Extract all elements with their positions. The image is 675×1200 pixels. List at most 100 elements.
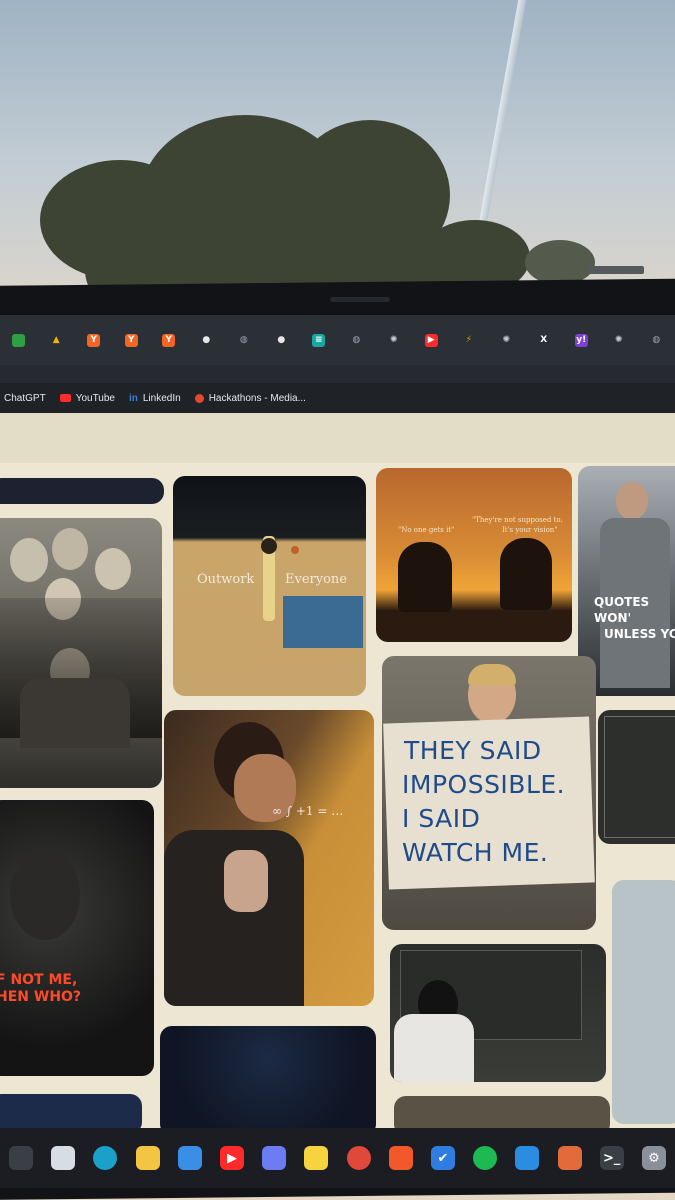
openai-icon: ✺ — [389, 335, 398, 345]
pin-pale-right[interactable] — [612, 880, 675, 1124]
pin-dark-top-left[interactable] — [0, 478, 164, 504]
bookmark-youtube[interactable]: YouTube — [59, 392, 115, 404]
youtube-icon: ▶ — [220, 1146, 245, 1170]
pin-chalkboard-dark[interactable] — [598, 710, 675, 844]
pin-night-sky[interactable] — [160, 1026, 376, 1136]
ycombinator-icon: Y — [124, 333, 138, 347]
taskbar-button[interactable] — [338, 1146, 380, 1170]
copilot-icon — [262, 1146, 287, 1170]
taskbar-button[interactable]: ✔ — [422, 1146, 464, 1170]
address-bar-strip — [0, 365, 675, 383]
taskbar-button[interactable] — [464, 1146, 506, 1170]
pin-caption-line: HEN WHO? — [0, 989, 82, 1005]
browser-tab[interactable]: ≡ — [300, 315, 338, 365]
browser-tab[interactable]: Y — [75, 315, 113, 365]
sign-line: IMPOSSIBLE. — [402, 770, 566, 799]
github-icon: ● — [202, 335, 211, 345]
street-lamp — [588, 266, 644, 274]
spotify-icon — [473, 1146, 498, 1170]
browser-tab[interactable]: y! — [563, 315, 601, 365]
browser-tab[interactable]: ▶ — [413, 315, 451, 365]
taskbar-button[interactable] — [380, 1146, 422, 1170]
pin-caption-line: F NOT ME, — [0, 972, 78, 988]
hackathon-icon: ⚡ — [465, 335, 472, 345]
taskbar-button[interactable]: >_ — [591, 1146, 633, 1170]
x-icon: X — [540, 335, 548, 345]
taskbar-button[interactable] — [548, 1146, 590, 1170]
docs-icon: ≡ — [312, 333, 326, 347]
bookmark-hackathons[interactable]: Hackathons - Media... — [194, 392, 306, 404]
browser-tab[interactable]: ▲ — [38, 315, 76, 365]
pin-they-said-impossible[interactable]: THEY SAID IMPOSSIBLE. I SAID WATCH ME. — [382, 656, 596, 930]
browser-tab[interactable]: Y — [113, 315, 151, 365]
taskbar-button[interactable] — [42, 1146, 84, 1170]
pin-caption-line: UNLESS YO — [604, 627, 675, 641]
webcam — [330, 297, 390, 302]
taskbar-button[interactable]: ⚙ — [633, 1146, 675, 1170]
taskbar-button[interactable]: ▶ — [211, 1146, 253, 1170]
pin-student-writing[interactable]: ∞ ∫ +1 = … — [164, 710, 374, 1006]
brave-icon — [388, 1146, 413, 1170]
bookmark-chatgpt[interactable]: ChatGPT — [4, 393, 46, 404]
browser-tab[interactable]: ● — [188, 315, 226, 365]
browser-tab-strip: ▲ Y Y Y ● ◍ ● ≡ ◍ ✺ ▶ ⚡ ✺ Xy! ✺ ◍ — [0, 315, 675, 365]
pin-caption: Outwork — [197, 572, 255, 587]
browser-tab[interactable]: ✺ — [375, 315, 413, 365]
ycombinator-icon: Y — [87, 333, 101, 347]
bookmark-label: LinkedIn — [142, 392, 181, 404]
pin-basketball-court[interactable]: Outwork Everyone — [173, 476, 366, 696]
task-view-icon — [51, 1146, 76, 1170]
todo-icon: ✔ — [430, 1146, 455, 1170]
browser-tab[interactable]: ◍ — [338, 315, 376, 365]
browser-tab[interactable]: ✺ — [488, 315, 526, 365]
google-drive-icon: ▲ — [52, 335, 60, 345]
taskbar-button[interactable] — [127, 1146, 169, 1170]
pin-caption: "No one gets it" — [398, 526, 455, 534]
pin-group-portrait[interactable] — [0, 518, 162, 788]
taskbar-button[interactable] — [84, 1146, 126, 1170]
pin-chalkboard-lecture[interactable] — [390, 944, 606, 1082]
globe-icon: ◍ — [652, 335, 661, 345]
linkedin-icon: in — [128, 392, 138, 404]
pin-caption: It's your vision" — [502, 526, 558, 534]
browser-tab[interactable]: ◍ — [638, 315, 675, 365]
taskbar-button[interactable] — [295, 1146, 337, 1170]
browser-tab[interactable]: ✺ — [600, 315, 638, 365]
browser-tab[interactable]: Y — [150, 315, 188, 365]
pin-sunset-silhouette[interactable]: "No one gets it" "They're not supposed t… — [376, 468, 572, 642]
file-explorer-icon — [135, 1146, 160, 1170]
record-icon — [557, 1146, 582, 1170]
sign-line: WATCH ME. — [402, 838, 549, 867]
pin-caption-line: QUOTES WON' — [594, 595, 650, 625]
browser-tab[interactable]: ● — [263, 315, 301, 365]
bookmark-label: ChatGPT — [4, 392, 46, 404]
pin-caption: Everyone — [285, 572, 347, 587]
openai-icon: ✺ — [502, 335, 511, 345]
bookmark-linkedin[interactable]: in LinkedIn — [129, 393, 181, 404]
browser-tab[interactable]: ⚡ — [450, 315, 488, 365]
bookmark-label: Hackathons - Media... — [208, 392, 306, 404]
youtube-icon: ▶ — [424, 333, 438, 347]
pin-dark-figure[interactable]: F NOT ME, HEN WHO? — [0, 800, 154, 1076]
pin-caption: "They're not supposed to. — [472, 516, 563, 524]
sign-line: I SAID — [402, 804, 481, 833]
taskbar-button[interactable] — [0, 1146, 42, 1170]
search-icon — [9, 1146, 34, 1170]
globe-icon: ◍ — [352, 335, 361, 345]
browser-tab[interactable]: ◍ — [225, 315, 263, 365]
taskbar-button[interactable] — [506, 1146, 548, 1170]
yahoo-icon: y! — [574, 333, 588, 347]
ycombinator-icon: Y — [162, 333, 176, 347]
windows-taskbar: ▶ ✔ >_ ⚙ — [0, 1128, 675, 1188]
bookmark-label: YouTube — [75, 392, 115, 404]
chrome-icon — [346, 1146, 371, 1170]
browser-tab[interactable]: X — [525, 315, 563, 365]
edge-icon — [93, 1146, 118, 1170]
taskbar-button[interactable] — [169, 1146, 211, 1170]
taskbar-button[interactable] — [253, 1146, 295, 1170]
sticky-notes-icon — [304, 1146, 329, 1170]
browser-tab[interactable] — [0, 315, 38, 365]
openai-icon: ✺ — [614, 335, 623, 345]
terminal-icon: >_ — [599, 1146, 624, 1170]
page-header-strip — [0, 413, 675, 463]
